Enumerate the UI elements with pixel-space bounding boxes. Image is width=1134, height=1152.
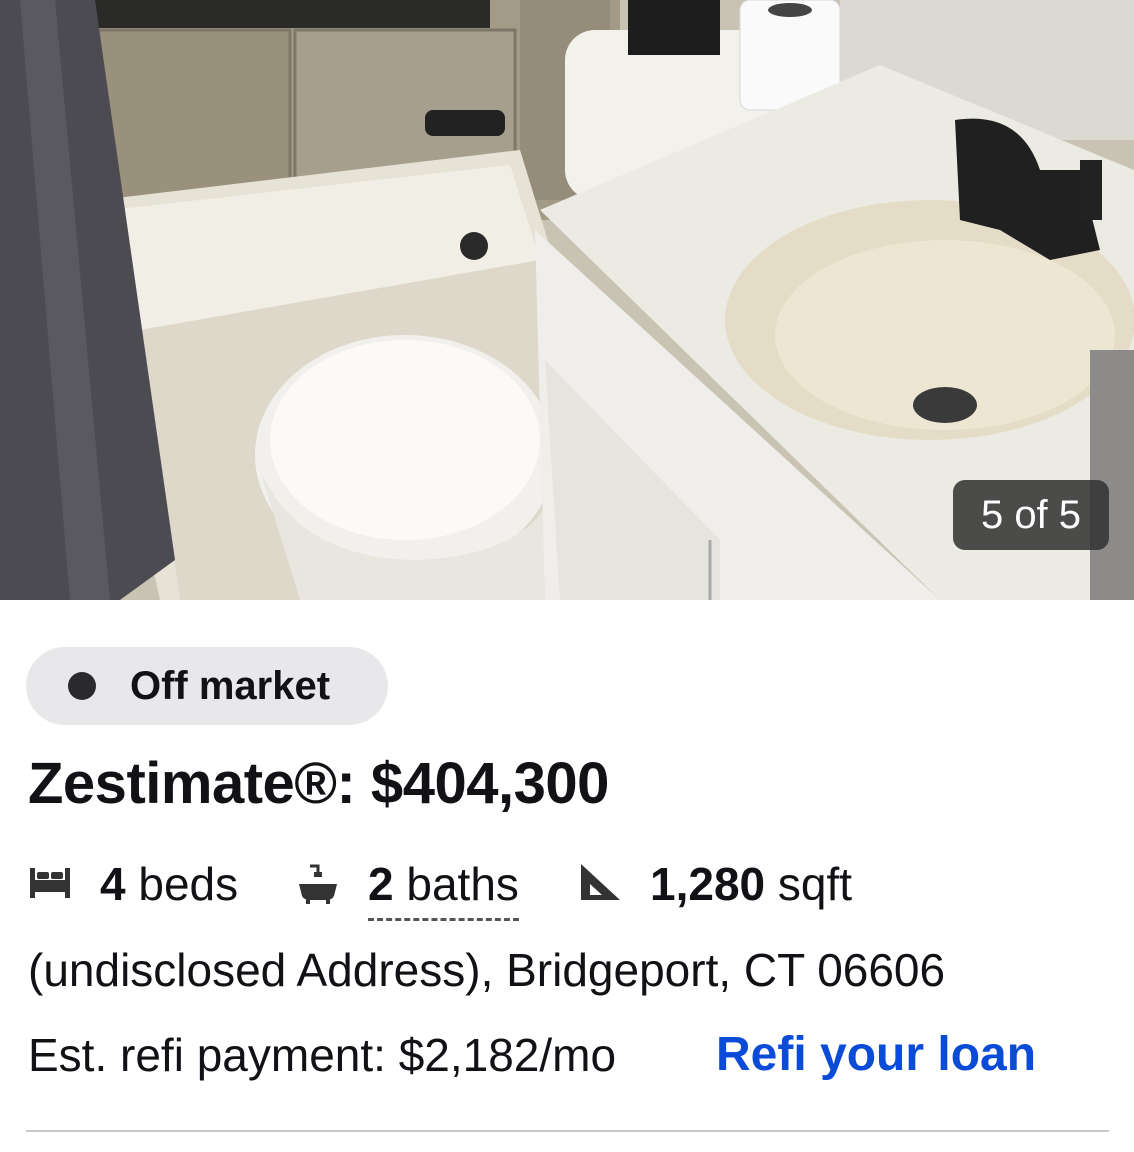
refi-your-loan-link[interactable]: Refi your loan <box>716 1025 1036 1085</box>
home-facts: 4 beds 2 baths 1,280 sqft <box>28 852 1128 921</box>
ruler-triangle-icon <box>581 864 620 900</box>
photo-counter: 5 of 5 <box>953 480 1109 550</box>
status-badge: Off market <box>26 647 388 725</box>
bed-icon <box>30 868 70 898</box>
baths-value[interactable]: 2 baths <box>368 852 519 921</box>
listing-photo[interactable]: 5 of 5 <box>0 0 1134 600</box>
status-label: Off market <box>130 664 331 708</box>
zestimate-price: Zestimate®: $404,300 <box>28 751 609 816</box>
property-address: (undisclosed Address), Bridgeport, CT 06… <box>28 944 946 996</box>
sqft-value: 1,280 sqft <box>650 858 853 910</box>
status-dot-icon <box>68 672 96 700</box>
divider <box>26 1130 1109 1132</box>
beds-value: 4 beds <box>100 858 239 910</box>
bathtub-icon <box>299 864 337 904</box>
refi-payment: Est. refi payment: $2,182/mo <box>28 1029 617 1081</box>
